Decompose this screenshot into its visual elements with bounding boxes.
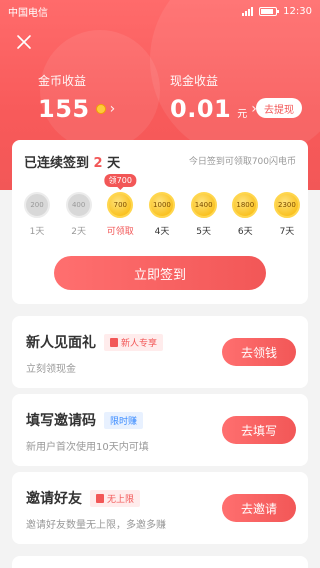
coin-icon bbox=[95, 104, 106, 114]
coin-earnings-label: 金币收益 bbox=[38, 74, 87, 88]
coin-earnings-value: 155 bbox=[38, 95, 90, 123]
task-card-invite-code: 填写邀请码 限时赚 新用户首次使用10天内可填 去填写 bbox=[12, 394, 308, 466]
invite-button[interactable]: 去邀请 bbox=[222, 494, 296, 522]
fill-code-button[interactable]: 去填写 bbox=[222, 416, 296, 444]
task-title: 填写邀请码 限时赚 bbox=[26, 410, 144, 430]
task-title-text: 邀请好友 bbox=[26, 491, 82, 507]
task-tag-text: 无上限 bbox=[107, 494, 135, 505]
signin-title: 已连续签到 2 天 bbox=[24, 152, 120, 171]
task-tag: 无上限 bbox=[90, 489, 141, 507]
coin-icon: 700 bbox=[107, 192, 134, 218]
signin-title-prefix: 已连续签到 bbox=[24, 156, 94, 171]
signin-card: 已连续签到 2 天 今日签到可领取700闪电币 200 1天 400 2天 领7… bbox=[12, 140, 308, 304]
chevron-right-icon: › bbox=[109, 101, 116, 117]
coin-icon: 2300 bbox=[273, 192, 300, 218]
signin-day-5: 1400 5天 bbox=[189, 192, 219, 237]
status-bar: 中国电信 12:30 bbox=[0, 0, 320, 22]
day-label: 1天 bbox=[29, 227, 45, 237]
cash-unit: 元 bbox=[237, 108, 248, 120]
close-icon bbox=[17, 35, 31, 49]
signin-button[interactable]: 立即签到 bbox=[54, 256, 266, 290]
signal-icon bbox=[242, 6, 254, 16]
signin-day-6: 1800 6天 bbox=[230, 192, 260, 237]
battery-icon bbox=[259, 6, 280, 16]
task-title-text: 新人见面礼 bbox=[26, 335, 96, 351]
signin-day-3[interactable]: 领700 700 可领取 bbox=[104, 174, 136, 237]
signin-day-2: 400 2天 bbox=[64, 192, 94, 237]
task-tag-text: 限时赚 bbox=[110, 416, 138, 427]
withdraw-button[interactable]: 去提现 bbox=[256, 98, 302, 118]
task-title-text: 填写邀请码 bbox=[26, 413, 96, 429]
task-card-invite-friends: 邀请好友 无上限 邀请好友数量无上限，多邀多赚 去邀请 bbox=[12, 472, 308, 544]
coin-icon: 200 bbox=[24, 192, 50, 218]
day-label: 5天 bbox=[196, 227, 211, 237]
coin-icon: 1000 bbox=[148, 192, 175, 218]
task-tag: 限时赚 bbox=[104, 411, 144, 429]
task-tag: 新人专享 bbox=[104, 333, 164, 351]
red-envelope-icon bbox=[110, 337, 118, 347]
task-tag-text: 新人专享 bbox=[121, 338, 158, 349]
coin-icon: 400 bbox=[65, 192, 92, 218]
signin-hint: 今日签到可领取700闪电币 bbox=[188, 157, 296, 167]
coin-icon: 1800 bbox=[232, 192, 259, 218]
signin-days: 200 1天 400 2天 领700 700 可领取 1000 4天 1400 … bbox=[22, 174, 302, 237]
task-title: 新人见面礼 新人专享 bbox=[26, 332, 164, 352]
task-card-newcomer: 新人见面礼 新人专享 立刻领现金 去领钱 bbox=[12, 316, 308, 388]
task-subtitle: 新用户首次使用10天内可填 bbox=[26, 442, 149, 453]
cash-earnings[interactable]: 现金收益 0.01 元 › bbox=[170, 72, 257, 123]
red-envelope-icon bbox=[96, 493, 104, 503]
signin-day-4: 1000 4天 bbox=[147, 192, 177, 237]
carrier-name: 中国电信 bbox=[8, 7, 48, 19]
task-subtitle: 立刻领现金 bbox=[26, 364, 76, 375]
close-button[interactable] bbox=[12, 30, 36, 54]
task-subtitle: 邀请好友数量无上限，多邀多赚 bbox=[26, 520, 166, 531]
task-title: 邀请好友 无上限 bbox=[26, 488, 141, 508]
cash-earnings-value: 0.01 bbox=[170, 95, 232, 123]
status-time: 12:30 bbox=[283, 5, 312, 17]
day-label: 可领取 bbox=[106, 227, 134, 237]
task-card-partial bbox=[12, 556, 308, 568]
signin-title-suffix: 天 bbox=[102, 156, 121, 171]
day-label: 4天 bbox=[154, 227, 170, 237]
today-reward-badge: 领700 bbox=[104, 174, 136, 190]
day-label: 7天 bbox=[279, 227, 295, 237]
streak-days: 2 bbox=[93, 156, 103, 171]
day-label: 6天 bbox=[237, 227, 253, 237]
claim-cash-button[interactable]: 去领钱 bbox=[222, 338, 296, 366]
signin-day-7: 2300 7天 bbox=[272, 192, 302, 237]
signin-day-1: 200 1天 bbox=[22, 192, 52, 237]
coin-earnings[interactable]: 金币收益 155 › bbox=[38, 72, 115, 123]
coin-icon: 1400 bbox=[190, 192, 217, 218]
day-label: 2天 bbox=[71, 227, 87, 237]
cash-earnings-label: 现金收益 bbox=[170, 74, 219, 88]
